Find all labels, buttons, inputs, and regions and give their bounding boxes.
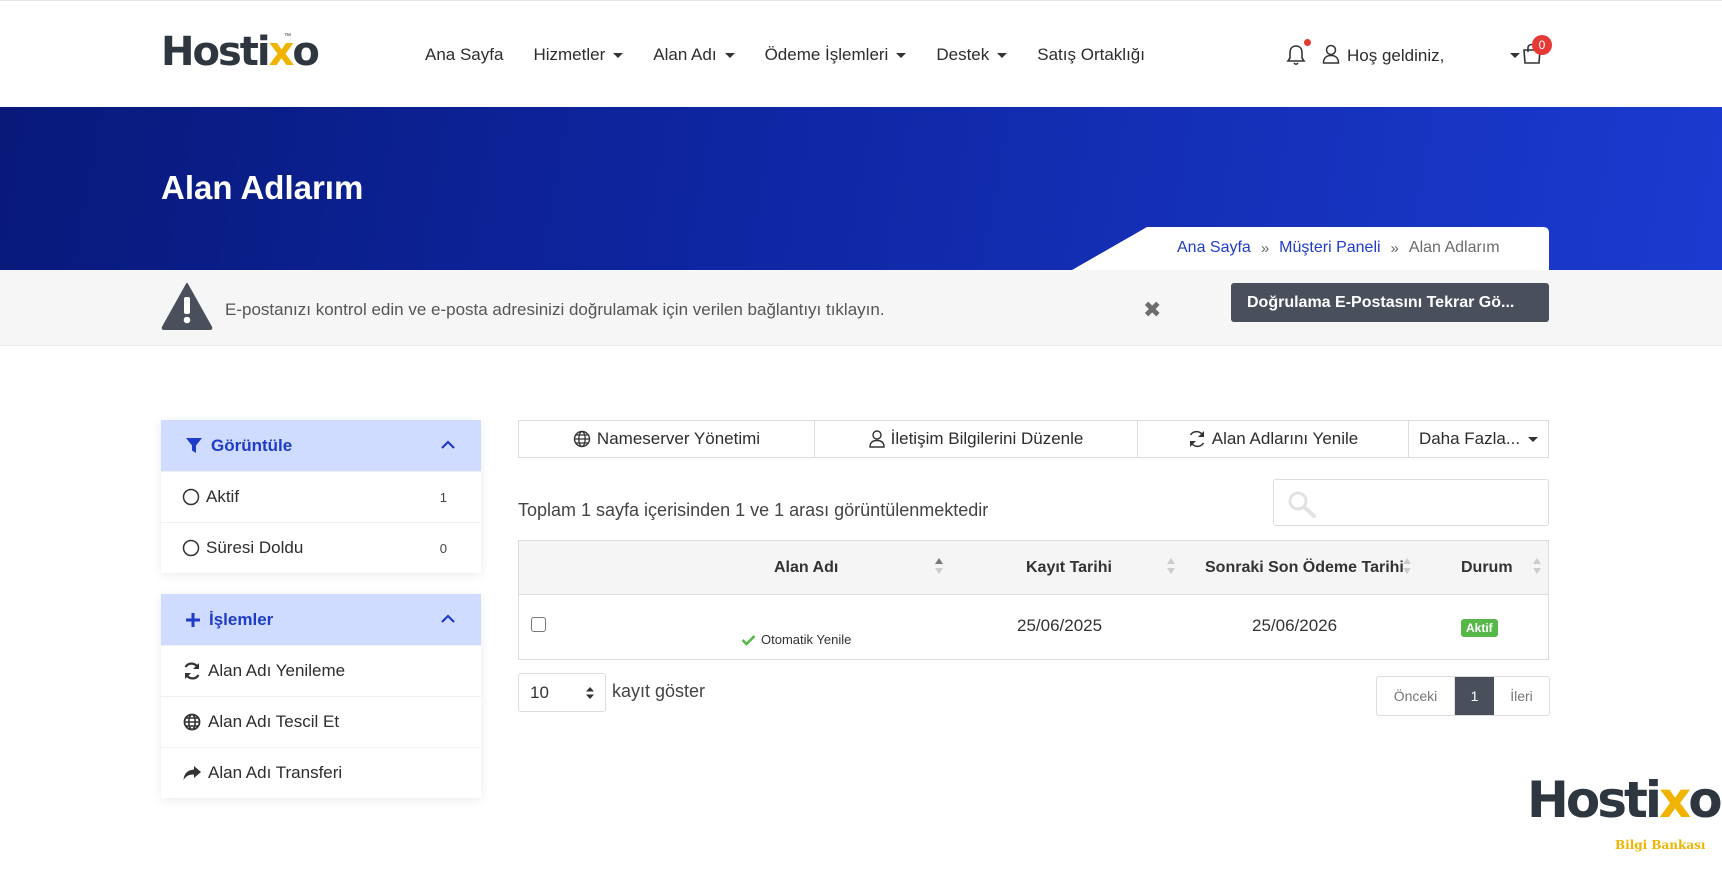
column-header-next-due[interactable]: Sonraki Son Ödeme Tarihi — [1205, 559, 1404, 577]
alert-message: E-postanızı kontrol edin ve e-posta adre… — [225, 300, 885, 319]
watermark-logo: Hostixo Bilgi Bankası — [1527, 771, 1722, 852]
search-icon — [1288, 491, 1316, 518]
filter-icon — [186, 437, 202, 453]
filter-item-active[interactable]: Aktif 1 — [161, 471, 481, 522]
user-icon[interactable] — [1322, 44, 1340, 64]
filter-panel: Görüntüle Aktif 1 Süresi Doldu 0 — [161, 420, 481, 573]
action-domain-transfer[interactable]: Alan Adı Transferi — [161, 747, 481, 798]
refresh-icon — [184, 662, 200, 680]
chevron-double-right-icon: » — [1260, 239, 1270, 257]
domains-table: Alan Adı Kayıt Tarihi Sonraki Son Ödeme … — [518, 540, 1549, 660]
auto-renew-indicator: Otomatik Yenile — [741, 632, 851, 647]
caret-down-icon — [613, 52, 624, 58]
status-badge: Aktif — [1461, 619, 1498, 637]
page-banner: Alan Adlarım Ana Sayfa » Müşteri Paneli … — [0, 107, 1722, 270]
bell-icon[interactable] — [1286, 44, 1306, 66]
table-header: Alan Adı Kayıt Tarihi Sonraki Son Ödeme … — [519, 541, 1548, 595]
breadcrumb-panel-link[interactable]: Müşteri Paneli — [1279, 239, 1380, 257]
sort-icon[interactable] — [1166, 555, 1176, 577]
next-due-date: 25/06/2026 — [1252, 616, 1338, 635]
filter-count: 1 — [439, 489, 447, 505]
caret-down-icon — [724, 52, 735, 58]
top-navbar: Hostixo ™ Ana Sayfa Hizmetler Alan Adı Ö… — [0, 0, 1722, 107]
nav-item-services[interactable]: Hizmetler — [533, 45, 624, 65]
user-menu-caret-icon[interactable] — [1510, 53, 1520, 58]
actions-panel: İşlemler Alan Adı Yenileme Alan Adı Tesc… — [161, 594, 481, 798]
column-header-status[interactable]: Durum — [1461, 559, 1513, 577]
check-icon — [741, 634, 756, 646]
pagination-next[interactable]: İleri — [1494, 677, 1549, 715]
filter-panel-title: Görüntüle — [211, 435, 293, 455]
sort-icon[interactable] — [1402, 555, 1412, 577]
filter-count: 0 — [439, 540, 447, 556]
refresh-icon — [1189, 430, 1204, 448]
page-length-select[interactable]: 10 — [518, 673, 606, 712]
chevron-double-right-icon: » — [1390, 239, 1399, 257]
user-icon — [868, 430, 885, 448]
plus-icon — [186, 612, 200, 627]
circle-icon — [182, 488, 200, 506]
breadcrumb-current: Alan Adlarım — [1408, 239, 1500, 256]
warning-icon — [161, 283, 213, 330]
hostixo-logo[interactable]: Hostixo ™ — [161, 27, 320, 77]
main-nav: Ana Sayfa Hizmetler Alan Adı Ödeme İşlem… — [425, 37, 1175, 73]
nav-item-billing[interactable]: Ödeme İşlemleri — [765, 45, 907, 65]
pagination-previous[interactable]: Önceki — [1377, 677, 1455, 715]
table-search-input[interactable] — [1273, 479, 1549, 526]
cart-count-badge: 0 — [1532, 35, 1552, 55]
nav-item-support[interactable]: Destek — [936, 45, 1008, 65]
column-header-domain[interactable]: Alan Adı — [774, 559, 838, 577]
page-length-label: kayıt göster — [612, 681, 706, 701]
globe-icon — [183, 713, 201, 731]
caret-down-icon — [896, 52, 907, 58]
nav-item-domains[interactable]: Alan Adı — [653, 45, 735, 65]
resend-verification-button[interactable]: Doğrulama E-Postasını Tekrar Gö... — [1231, 283, 1549, 322]
row-checkbox[interactable] — [531, 617, 546, 632]
verification-alert: E-postanızı kontrol edin ve e-posta adre… — [0, 270, 1722, 346]
breadcrumb-home-link[interactable]: Ana Sayfa — [1177, 239, 1251, 257]
registration-date: 25/06/2025 — [1017, 616, 1103, 635]
breadcrumb: Ana Sayfa » Müşteri Paneli » Alan Adları… — [1177, 239, 1500, 257]
share-icon — [183, 766, 201, 780]
chevron-up-icon[interactable] — [441, 614, 455, 623]
chevron-up-icon[interactable] — [441, 440, 455, 449]
domain-toolbar: Nameserver Yönetimi İletişim Bilgilerini… — [518, 420, 1549, 458]
more-actions-dropdown[interactable]: Daha Fazla... — [1409, 421, 1548, 457]
page-title: Alan Adlarım — [161, 169, 364, 206]
select-arrows-icon — [586, 687, 594, 699]
action-domain-register[interactable]: Alan Adı Tescil Et — [161, 696, 481, 747]
filter-panel-header[interactable]: Görüntüle — [161, 420, 481, 471]
nav-item-affiliate[interactable]: Satış Ortaklığı — [1037, 45, 1145, 65]
edit-contact-info-button[interactable]: İletişim Bilgilerini Düzenle — [815, 421, 1138, 457]
table-info: Toplam 1 sayfa içerisinden 1 ve 1 arası … — [518, 500, 989, 520]
caret-down-icon — [997, 52, 1008, 58]
table-row[interactable]: Otomatik Yenile 25/06/2025 25/06/2026 Ak… — [519, 595, 1548, 659]
pagination: Önceki 1 İleri — [1376, 676, 1550, 716]
actions-panel-title: İşlemler — [209, 609, 274, 629]
sort-icon[interactable] — [1532, 555, 1542, 577]
action-domain-renew[interactable]: Alan Adı Yenileme — [161, 645, 481, 696]
close-icon[interactable]: ✖ — [1143, 297, 1161, 323]
nameserver-management-button[interactable]: Nameserver Yönetimi — [519, 421, 815, 457]
caret-down-icon — [1528, 436, 1539, 442]
renew-domains-button[interactable]: Alan Adlarını Yenile — [1138, 421, 1409, 457]
pagination-page[interactable]: 1 — [1455, 677, 1494, 715]
actions-panel-header[interactable]: İşlemler — [161, 594, 481, 645]
globe-icon — [573, 430, 591, 448]
welcome-text[interactable]: Hoş geldiniz, — [1347, 46, 1444, 66]
nav-item-home[interactable]: Ana Sayfa — [425, 45, 503, 65]
notification-dot — [1304, 39, 1311, 46]
sort-icon[interactable] — [934, 555, 944, 577]
filter-item-expired[interactable]: Süresi Doldu 0 — [161, 522, 481, 573]
column-header-registered[interactable]: Kayıt Tarihi — [1026, 559, 1112, 577]
circle-icon — [182, 539, 200, 557]
